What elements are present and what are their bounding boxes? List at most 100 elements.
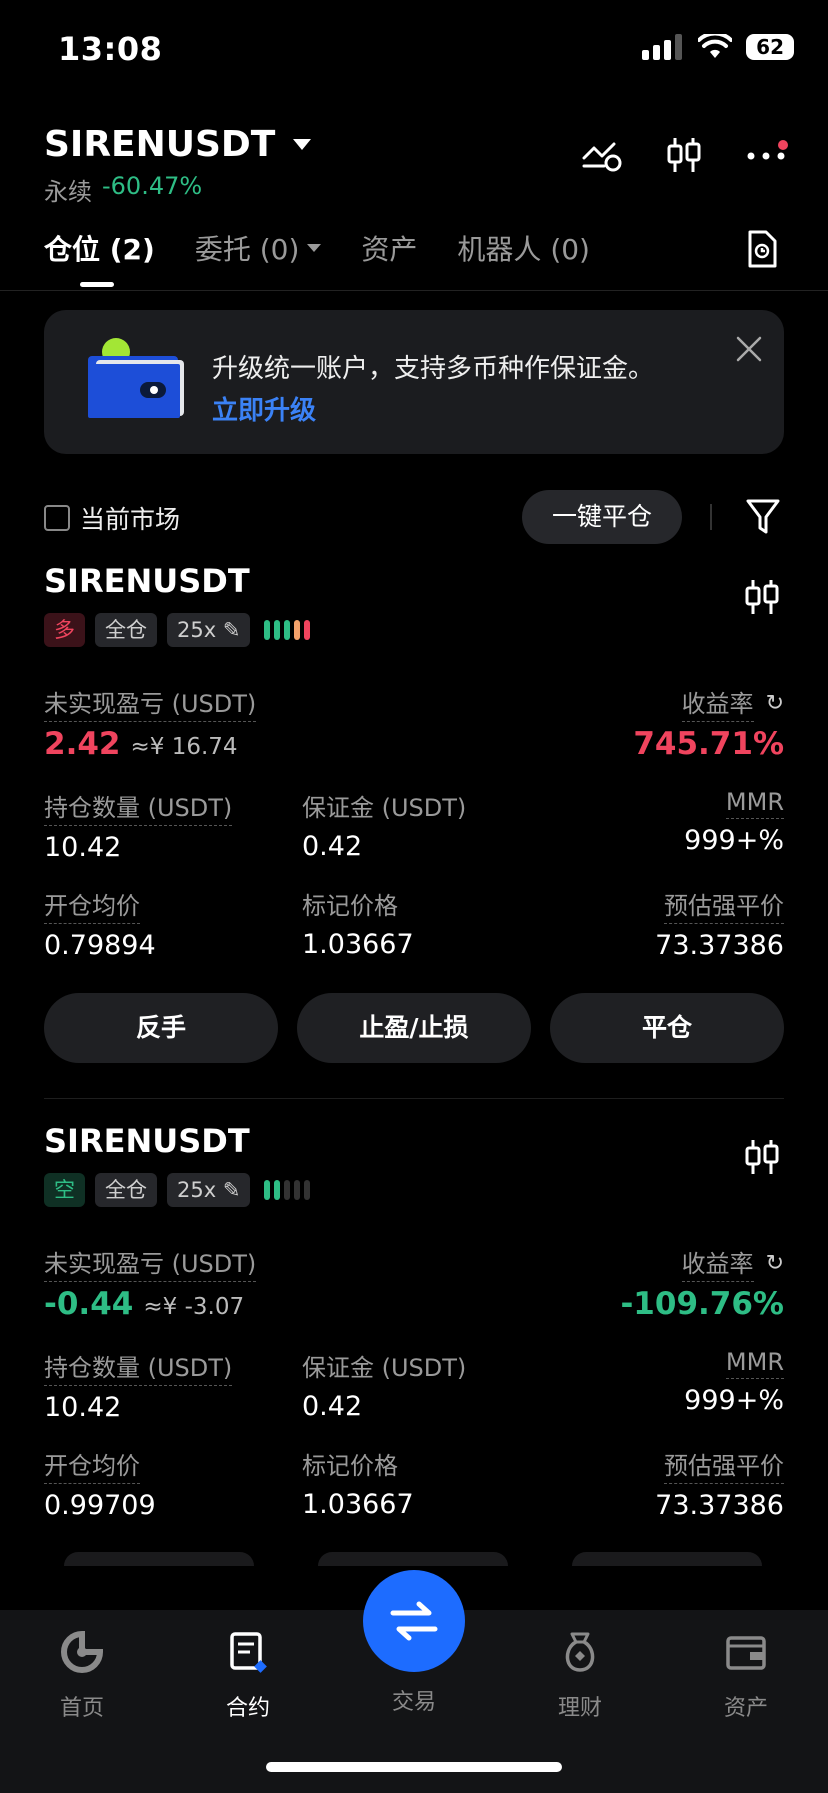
upgrade-now-link[interactable]: 立即升级: [212, 390, 316, 427]
pair-name: SIRENUSDT: [44, 124, 276, 165]
order-history-icon[interactable]: [746, 230, 778, 268]
nav-trade[interactable]: 交易: [364, 1630, 464, 1716]
wallet-icon: [726, 1636, 766, 1670]
card-separator: [44, 1098, 784, 1099]
tab-assets[interactable]: 资产: [361, 228, 417, 268]
tab-bar: 仓位 (2) 委托 (0) 资产 机器人 (0): [44, 228, 590, 268]
close-all-button[interactable]: 一键平仓: [522, 490, 682, 544]
unrealized-pnl-label: 未实现盈亏 (USDT): [44, 684, 257, 722]
unrealized-pnl-label: 未实现盈亏 (USDT): [44, 1244, 257, 1282]
tab-positions-label: 仓位 (2): [44, 233, 155, 266]
earn-icon: [565, 1632, 595, 1672]
tab-orders[interactable]: 委托 (0): [195, 228, 322, 268]
adl-indicator: [264, 620, 311, 640]
current-market-filter[interactable]: 当前市场: [44, 500, 180, 536]
size-value: 10.42: [44, 832, 122, 863]
position-symbol[interactable]: SIRENUSDT: [44, 1122, 250, 1160]
roe-block: 收益率 ↻ -109.76%: [620, 1244, 784, 1322]
tab-bots-label: 机器人 (0): [457, 233, 590, 266]
pair-subtitle: 永续 -60.47%: [44, 172, 202, 207]
size-label: 持仓数量 (USDT): [44, 788, 233, 826]
reverse-button[interactable]: [64, 1552, 254, 1566]
entry-block: 开仓均价 0.99709: [44, 1446, 156, 1521]
tab-bots[interactable]: 机器人 (0): [457, 228, 590, 268]
mmr-value: 999+%: [684, 1385, 784, 1416]
tab-divider: [0, 290, 828, 291]
mark-price-value: 1.03667: [302, 929, 414, 960]
roe-label: 收益率: [681, 1244, 754, 1282]
pnl-cny: ≈¥ 16.74: [130, 734, 238, 760]
chart-trend-icon[interactable]: [582, 138, 622, 172]
roe-label-row[interactable]: 收益率 ↻: [681, 1244, 784, 1282]
close-position-button[interactable]: 平仓: [550, 993, 784, 1063]
roe-label: 收益率: [681, 684, 754, 722]
nav-futures[interactable]: 合约: [198, 1630, 298, 1722]
candlestick-icon[interactable]: [744, 578, 780, 616]
candlestick-icon[interactable]: [744, 1138, 780, 1176]
margin-label: 保证金 (USDT): [302, 1354, 467, 1382]
tab-positions[interactable]: 仓位 (2): [44, 228, 155, 268]
position-symbol[interactable]: SIRENUSDT: [44, 562, 250, 600]
margin-label: 保证金 (USDT): [302, 794, 467, 822]
price-change: -60.47%: [102, 172, 203, 200]
header-actions: [582, 136, 788, 174]
liq-price-label: 预估强平价: [664, 1446, 784, 1484]
roe-value: 745.71%: [633, 726, 784, 762]
mmr-label: MMR: [725, 1348, 784, 1379]
entry-block: 开仓均价 0.79894: [44, 886, 156, 961]
futures-icon: [230, 1632, 267, 1673]
close-position-button[interactable]: [572, 1552, 762, 1566]
tab-orders-label: 委托 (0): [194, 233, 300, 266]
entry-price-label: 开仓均价: [44, 886, 140, 924]
unrealized-pnl-value: 2.42: [44, 726, 121, 762]
active-tab-indicator: [80, 282, 114, 287]
mark-block: 标记价格 1.03667: [302, 886, 414, 960]
filter-icon[interactable]: [746, 498, 780, 536]
banner-message: 升级统一账户，支持多币种作保证金。: [212, 354, 655, 384]
edit-icon: ✎: [222, 1178, 241, 1202]
mark-price-value: 1.03667: [302, 1489, 414, 1520]
margin-block: 保证金 (USDT) 0.42: [302, 1348, 466, 1422]
side-tag-short: 空: [44, 1173, 85, 1207]
status-time: 13:08: [58, 30, 163, 68]
entry-price-value: 0.79894: [44, 930, 156, 961]
unrealized-pnl-block: 未实现盈亏 (USDT) -0.44 ≈¥ -3.07: [44, 1244, 257, 1322]
roe-label-row[interactable]: 收益率 ↻: [681, 684, 784, 722]
roe-block: 收益率 ↻ 745.71%: [633, 684, 784, 762]
margin-value: 0.42: [302, 1391, 363, 1422]
margin-block: 保证金 (USDT) 0.42: [302, 788, 466, 862]
caret-down-icon: [293, 138, 312, 150]
nav-futures-label: 合约: [225, 1696, 270, 1721]
adl-indicator: [264, 1180, 311, 1200]
status-icons: 62: [642, 34, 794, 60]
candlestick-icon[interactable]: [666, 136, 702, 174]
margin-mode-tag: 全仓: [95, 613, 157, 647]
size-value: 10.42: [44, 1392, 122, 1423]
share-icon: ↻: [765, 690, 784, 716]
nav-earn[interactable]: 理财: [530, 1630, 630, 1722]
current-market-checkbox[interactable]: [44, 505, 70, 531]
leverage-tag[interactable]: 25x ✎: [167, 1173, 251, 1207]
size-block: 持仓数量 (USDT) 10.42: [44, 788, 233, 863]
liq-block: 预估强平价 73.37386: [655, 1446, 784, 1521]
margin-value: 0.42: [302, 831, 363, 862]
entry-price-label: 开仓均价: [44, 1446, 140, 1484]
size-block: 持仓数量 (USDT) 10.42: [44, 1348, 233, 1423]
nav-assets[interactable]: 资产: [696, 1630, 796, 1722]
pair-selector[interactable]: SIRENUSDT: [44, 124, 312, 165]
reverse-button[interactable]: 反手: [44, 993, 278, 1063]
position-tags: 多 全仓 25x ✎: [44, 613, 311, 647]
mmr-block: MMR 999+%: [684, 788, 784, 856]
wallet-illustration-icon: [88, 338, 184, 418]
home-indicator[interactable]: [266, 1762, 562, 1772]
nav-trade-label: 交易: [391, 1690, 436, 1715]
leverage-value: 25x: [177, 618, 217, 642]
leverage-tag[interactable]: 25x ✎: [167, 613, 251, 647]
tpsl-button[interactable]: [318, 1552, 508, 1566]
mark-price-label: 标记价格: [302, 1452, 398, 1480]
tpsl-button[interactable]: 止盈/止损: [297, 993, 531, 1063]
nav-home[interactable]: 首页: [32, 1630, 132, 1722]
more-menu-button[interactable]: [746, 139, 788, 165]
close-icon[interactable]: [736, 336, 762, 362]
home-icon: [61, 1630, 104, 1673]
